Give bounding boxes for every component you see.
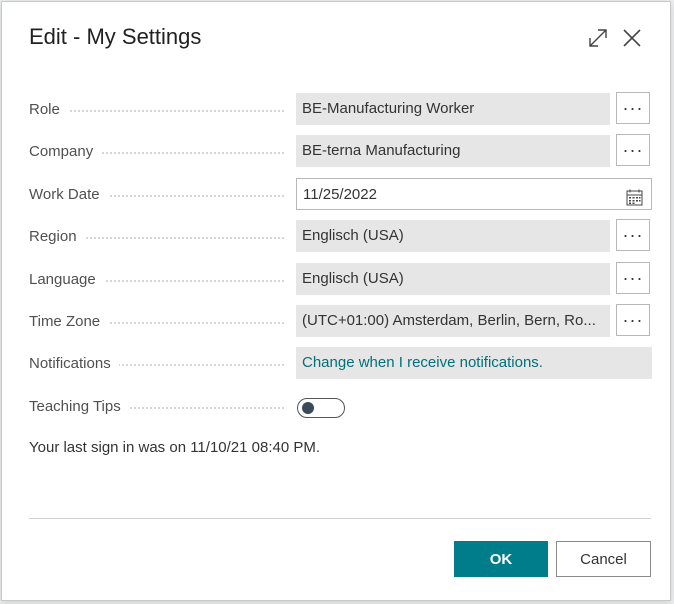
dotted-leader [62, 237, 284, 239]
notifications-label: Notifications [29, 347, 119, 381]
time-zone-label: Time Zone [29, 305, 109, 339]
work-date-label: Work Date [29, 178, 108, 212]
region-label: Region [29, 220, 85, 254]
region-field[interactable]: Englisch (USA) [296, 220, 610, 252]
teaching-tips-row: Teaching Tips [2, 390, 670, 424]
time-zone-row: Time Zone (UTC+01:00) Amsterdam, Berlin,… [2, 304, 670, 339]
language-lookup-button[interactable]: ··· [616, 262, 650, 294]
company-label: Company [29, 135, 102, 169]
role-lookup-button[interactable]: ··· [616, 92, 650, 124]
region-lookup-button[interactable]: ··· [616, 219, 650, 251]
toggle-knob [302, 402, 314, 414]
company-row: Company BE-terna Manufacturing ··· [2, 134, 670, 169]
work-date-value: 11/25/2022 [303, 186, 377, 203]
time-zone-field[interactable]: (UTC+01:00) Amsterdam, Berlin, Bern, Ro.… [296, 305, 610, 337]
dialog-title: Edit - My Settings [29, 24, 202, 49]
close-icon[interactable] [618, 24, 646, 52]
teaching-tips-label: Teaching Tips [29, 390, 129, 424]
notifications-row: Notifications Change when I receive noti… [2, 347, 670, 381]
region-row: Region Englisch (USA) ··· [2, 219, 670, 254]
cancel-button[interactable]: Cancel [556, 541, 651, 577]
teaching-tips-toggle[interactable] [297, 398, 345, 418]
language-field[interactable]: Englisch (USA) [296, 263, 610, 295]
company-field[interactable]: BE-terna Manufacturing [296, 135, 610, 167]
role-field[interactable]: BE-Manufacturing Worker [296, 93, 610, 125]
ok-button[interactable]: OK [454, 541, 548, 577]
role-label: Role [29, 93, 68, 127]
last-sign-in-text: Your last sign in was on 11/10/21 08:40 … [29, 439, 321, 456]
settings-dialog: Edit - My Settings Role BE-Manufacturing… [1, 1, 671, 601]
company-lookup-button[interactable]: ··· [616, 134, 650, 166]
language-row: Language Englisch (USA) ··· [2, 262, 670, 297]
work-date-input[interactable]: 11/25/2022 [296, 178, 652, 210]
footer-divider [29, 518, 651, 519]
calendar-icon[interactable] [626, 186, 643, 206]
notifications-link[interactable]: Change when I receive notifications. [296, 347, 652, 379]
work-date-row: Work Date 11/25/2022 [2, 178, 670, 212]
role-row: Role BE-Manufacturing Worker ··· [2, 92, 670, 127]
language-label: Language [29, 263, 104, 297]
expand-arrows-icon[interactable] [584, 24, 612, 52]
dotted-leader [62, 110, 284, 112]
time-zone-lookup-button[interactable]: ··· [616, 304, 650, 336]
